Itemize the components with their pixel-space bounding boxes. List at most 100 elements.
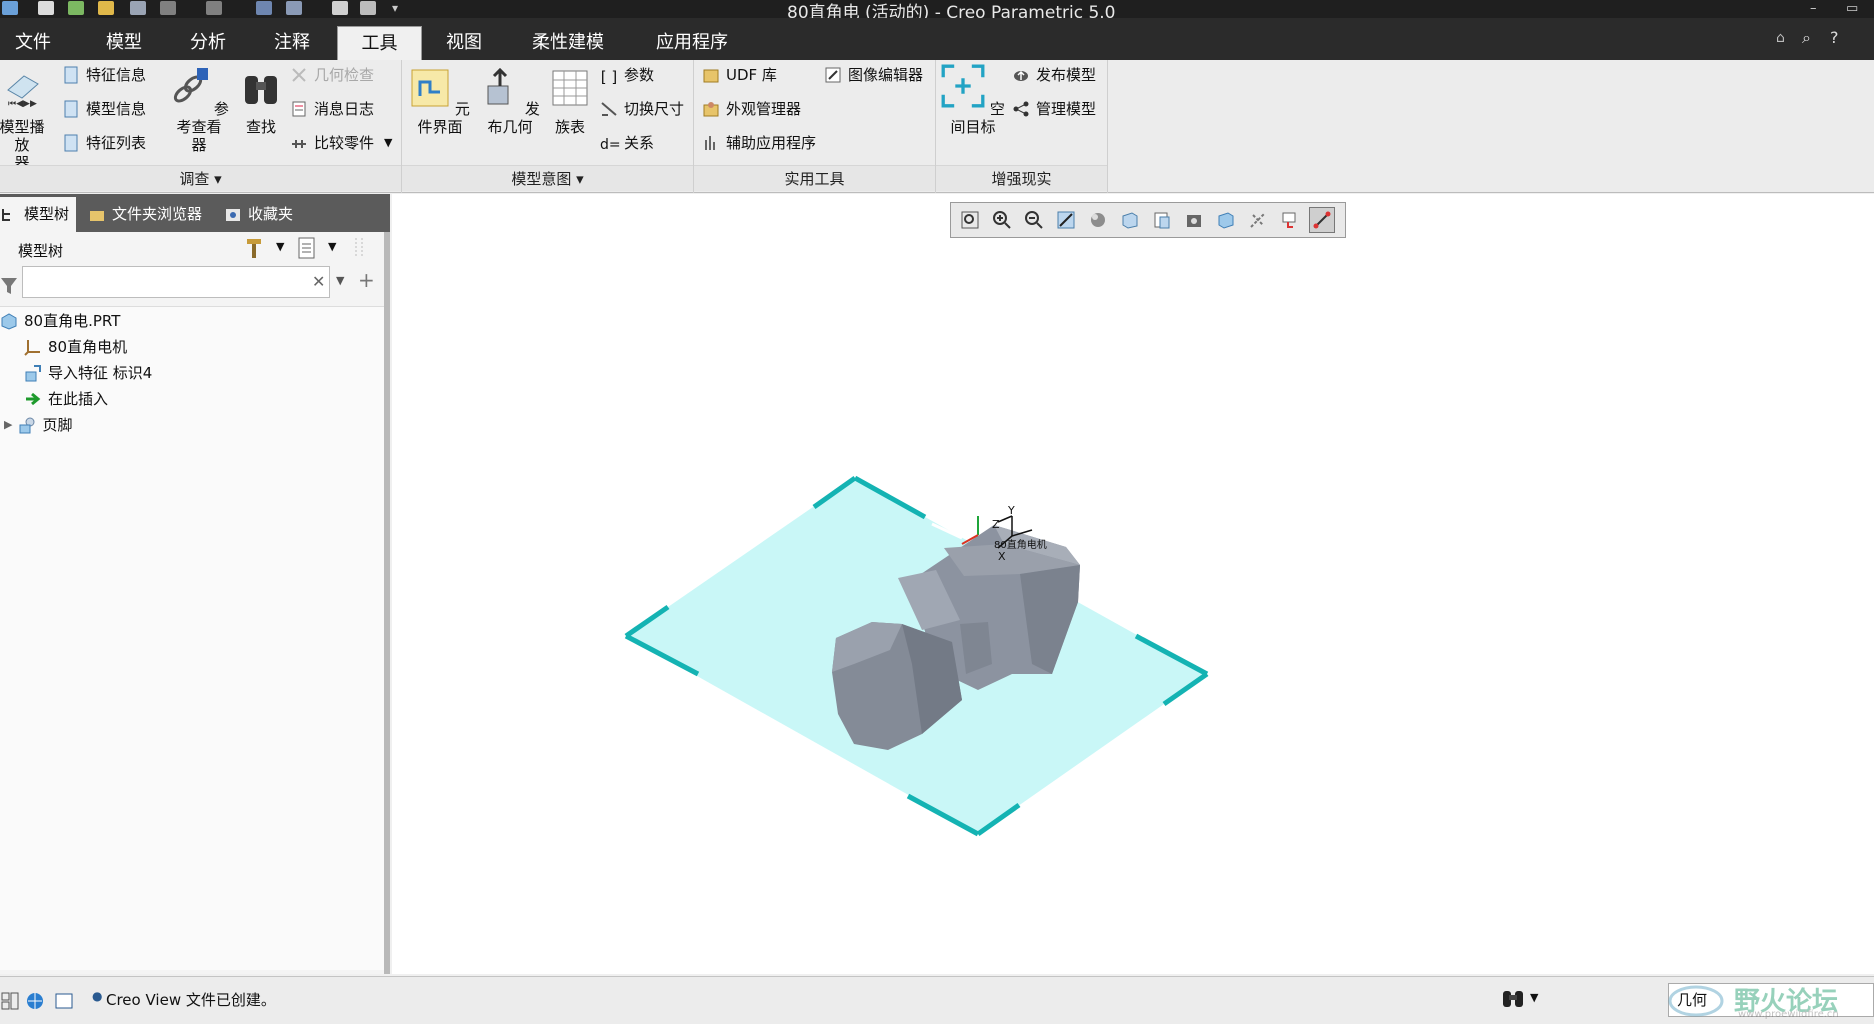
- compare-part-icon: [292, 140, 306, 148]
- new-file-icon[interactable]: [38, 1, 54, 15]
- compare-part-button[interactable]: 比较零件 ▼: [290, 132, 392, 154]
- show-dropdown-icon[interactable]: ▼: [328, 240, 336, 253]
- restore-icon[interactable]: ▭: [1846, 1, 1862, 16]
- group-utilities: UDF 库 图像编辑器 外观管理器 辅助应用程序 实用工具: [694, 60, 936, 193]
- geometry-check-button[interactable]: 几何检查: [290, 64, 374, 86]
- tab-view[interactable]: 视图: [428, 26, 500, 60]
- graphics-window[interactable]: Y Z X 80直角电机: [392, 194, 1874, 974]
- expand-arrow-icon[interactable]: ▶: [4, 413, 12, 437]
- search-icon[interactable]: ⌕: [1802, 28, 1811, 48]
- tab-flexible-modeling[interactable]: 柔性建模: [512, 26, 624, 60]
- tab-applications[interactable]: 应用程序: [636, 26, 748, 60]
- tab-annotate[interactable]: 注释: [256, 26, 328, 60]
- tree-item-part[interactable]: 80直角电.PRT: [0, 309, 120, 333]
- tree-item-coordinate-system[interactable]: 80直角电机: [24, 335, 127, 359]
- model-tree-icon: [2, 208, 10, 221]
- add-filter-icon[interactable]: +: [358, 268, 375, 292]
- find-binoculars-icon[interactable]: [1500, 987, 1526, 1011]
- clear-search-icon[interactable]: ✕: [312, 272, 325, 291]
- navigator-panel: 模型树 文件夹浏览器 收藏夹 模型树 ▼ ▼ ✕ ▼ + 80直角电.PRT 8…: [0, 194, 390, 974]
- redo-icon[interactable]: [206, 1, 222, 15]
- group-label-model-intent[interactable]: 模型意图 ▾: [402, 165, 693, 191]
- settings-dropdown-icon[interactable]: ▼: [276, 240, 284, 253]
- tab-tools[interactable]: 工具: [337, 26, 422, 60]
- reference-viewer-button[interactable]: 参考查看 器: [166, 68, 232, 154]
- message-log-icon: [292, 101, 306, 117]
- fullscreen-toggle-icon[interactable]: [54, 991, 74, 1011]
- image-editor-button[interactable]: 图像编辑器: [824, 64, 923, 86]
- search-dropdown-icon[interactable]: ▼: [336, 274, 344, 287]
- save-icon[interactable]: [130, 1, 146, 15]
- coordinate-system-icon: [24, 340, 40, 356]
- spatial-target-button[interactable]: 空间目标: [940, 64, 1006, 136]
- model-info-icon: [64, 100, 78, 118]
- find-button[interactable]: 查找: [238, 68, 284, 136]
- udf-library-button[interactable]: UDF 库: [702, 64, 777, 86]
- auxiliary-apps-button[interactable]: 辅助应用程序: [702, 132, 816, 154]
- group-investigate: ⏮◀▶▶ 模型播放 器 特征信息 模型信息 特征列表 参考查看 器 查找 几何检…: [0, 60, 402, 193]
- cloud-upload-icon: [1014, 70, 1028, 81]
- group-label-investigate[interactable]: 调查 ▾: [0, 165, 401, 191]
- model-canvas[interactable]: Y Z X 80直角电机: [392, 194, 1874, 974]
- title-bar: ▾ 80直角电 (活动的) - Creo Parametric 5.0 – ▭: [0, 0, 1874, 23]
- appearance-manager-button[interactable]: 外观管理器: [702, 98, 801, 120]
- model-tree-search-input[interactable]: [22, 266, 330, 298]
- feature-info-button[interactable]: 特征信息: [62, 64, 146, 86]
- close-window-icon[interactable]: [332, 1, 348, 15]
- tab-model-tree[interactable]: 模型树: [0, 197, 76, 232]
- feature-list-button[interactable]: 特征列表: [62, 132, 146, 154]
- group-model-intent: 元件界面 发布几何 族表 [ ] 参数 切换尺寸 d= 关系 模型意图 ▾: [402, 60, 694, 193]
- browser-toggle-icon[interactable]: [24, 991, 46, 1011]
- group-label-utilities: 实用工具: [694, 165, 935, 191]
- import-feature-icon: [25, 365, 41, 382]
- part-icon: [1, 313, 17, 330]
- selection-filter-select[interactable]: 几何: [1668, 983, 1874, 1017]
- publish-geometry-button[interactable]: 发布几何: [478, 67, 542, 136]
- appearance-manager-icon: [703, 102, 719, 117]
- help-icon[interactable]: ?: [1830, 28, 1839, 47]
- axis-label-z: Z: [992, 518, 1000, 531]
- regenerate-icon[interactable]: [256, 1, 272, 15]
- navigator-toggle-icon[interactable]: [0, 991, 20, 1011]
- undo-icon[interactable]: [160, 1, 176, 15]
- model-info-button[interactable]: 模型信息: [62, 98, 146, 120]
- folder-browser-icon: [90, 210, 104, 221]
- tree-item-import-feature[interactable]: 导入特征 标识4: [24, 361, 152, 385]
- tab-folder-browser[interactable]: 文件夹浏览器: [82, 197, 212, 232]
- show-options-icon[interactable]: [296, 236, 318, 260]
- tab-favorites[interactable]: 收藏夹: [218, 197, 304, 232]
- insert-arrow-icon: [26, 392, 41, 406]
- brackets-icon: [ ]: [600, 68, 618, 86]
- component-interface-button[interactable]: 元件界面: [408, 68, 472, 136]
- help-center-icon[interactable]: ⌂: [1776, 30, 1785, 46]
- status-bar: ● Creo View 文件已创建。 ▼ 几何 野火论坛 www.proewil…: [0, 976, 1874, 1024]
- manage-model-button[interactable]: 管理模型: [1012, 98, 1096, 120]
- tab-analysis[interactable]: 分析: [172, 26, 244, 60]
- spatial-target-icon: [941, 64, 985, 108]
- compare-part-dropdown-icon[interactable]: ▼: [384, 132, 392, 154]
- family-table-button[interactable]: 族表: [548, 68, 592, 136]
- message-bullet-icon: ●: [92, 989, 103, 1003]
- find-dropdown-icon[interactable]: ▼: [1530, 991, 1538, 1004]
- message-log-button[interactable]: 消息日志: [290, 98, 374, 120]
- switch-dimensions-button[interactable]: 切换尺寸: [600, 98, 684, 120]
- model-player-button[interactable]: ⏮◀▶▶ 模型播放 器: [0, 68, 48, 172]
- relations-button[interactable]: d= 关系: [600, 132, 654, 154]
- parameters-button[interactable]: [ ] 参数: [600, 64, 654, 86]
- customize-dropdown-icon[interactable]: ▾: [392, 1, 408, 15]
- open-folder-icon[interactable]: [98, 1, 114, 15]
- filter-icon[interactable]: [0, 276, 18, 296]
- minimize-icon[interactable]: –: [1810, 1, 1826, 16]
- open-session-icon[interactable]: [68, 1, 84, 15]
- windows-icon[interactable]: [286, 1, 302, 15]
- tree-item-footer[interactable]: ▶ 页脚: [4, 413, 72, 437]
- column-toggle-icon[interactable]: [350, 236, 376, 260]
- tab-model[interactable]: 模型: [88, 26, 160, 60]
- csys-label: 80直角电机: [994, 538, 1047, 551]
- settings-hammer-icon[interactable]: [244, 236, 266, 260]
- publish-model-button[interactable]: 发布模型: [1012, 64, 1096, 86]
- tab-file[interactable]: 文件: [0, 26, 66, 60]
- quick-access-more-icon[interactable]: [360, 1, 376, 15]
- tree-item-insert-here[interactable]: 在此插入: [24, 387, 108, 411]
- model-tree-header: 模型树: [18, 242, 64, 260]
